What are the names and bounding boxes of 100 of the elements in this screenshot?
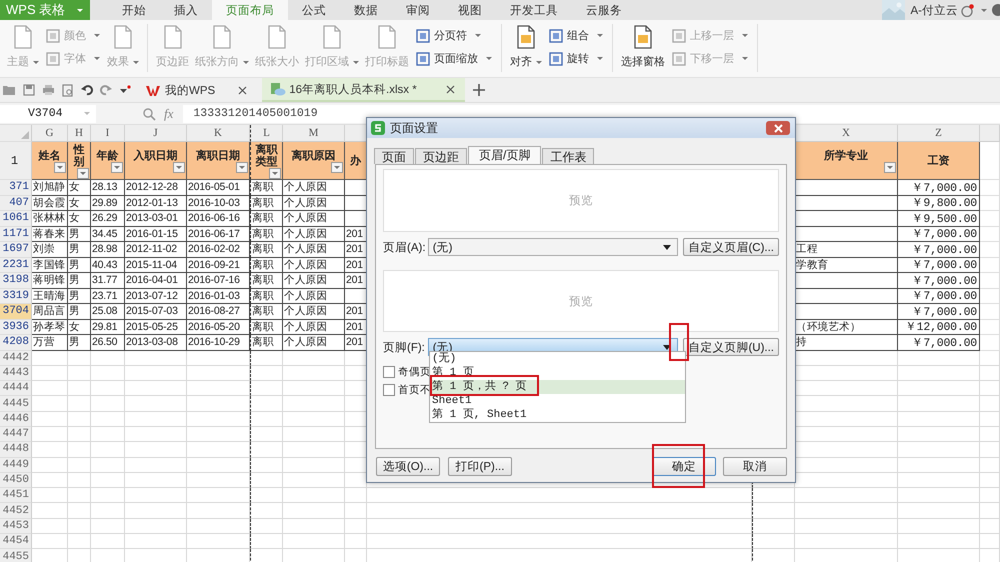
column-header: 姓名 [38, 150, 60, 162]
preview-label: 预览 [569, 194, 593, 208]
name-box[interactable]: V3704 [0, 104, 96, 122]
dialog-tab[interactable]: 页面 [374, 148, 414, 164]
row-number[interactable]: 4208 [0, 335, 32, 350]
table-cell: 2016-06-17 [187, 226, 250, 242]
ribbon-button[interactable]: 选择窗格 [618, 24, 668, 69]
table-cell: 2016-06-16 [187, 211, 250, 226]
table-cell: 离职 [250, 258, 283, 273]
row-number[interactable]: 1 [0, 142, 32, 180]
dialog-tab[interactable]: 页眉/页脚 [468, 146, 542, 164]
document-tab[interactable]: 16年离职人员本科.xlsx * [262, 78, 465, 102]
menu-tab[interactable]: 数据 [340, 0, 392, 20]
table-cell: 29.89 [91, 196, 125, 211]
table-cell: 男 [68, 273, 91, 288]
row-number[interactable]: 4442 [0, 350, 32, 366]
row-number[interactable]: 407 [0, 196, 32, 211]
table-cell: 2015-07-03 [125, 304, 187, 320]
row-number[interactable]: 4448 [0, 442, 32, 458]
table-cell: 2016-01-15 [125, 226, 187, 242]
table-cell: ￥7,000.00 [898, 288, 980, 304]
row-number[interactable]: 1061 [0, 211, 32, 226]
row-number[interactable]: 4451 [0, 488, 32, 504]
row-number[interactable]: 4445 [0, 396, 32, 412]
dropdown-option[interactable]: Sheet1 [430, 394, 685, 408]
table-cell: 男 [68, 288, 91, 304]
dialog-button[interactable]: 取消 [723, 457, 787, 476]
row-number[interactable]: 4449 [0, 458, 32, 473]
field-label: 页眉(A): [383, 240, 427, 254]
row-number[interactable]: 4450 [0, 472, 32, 488]
ribbon-button[interactable]: 页面缩放 [416, 51, 492, 66]
custom-header-button[interactable]: 自定义页眉(C)... [683, 238, 779, 256]
table-cell: 女 [68, 211, 91, 226]
table-cell: 离职 [250, 288, 283, 304]
user-name[interactable]: A-付立云 [910, 2, 958, 18]
column-header: 性别 [72, 144, 86, 168]
table-cell: 26.50 [91, 335, 125, 350]
row-number[interactable]: 3936 [0, 320, 32, 335]
menu-tab[interactable]: 开发工具 [496, 0, 572, 20]
table-cell: 个人原因 [283, 196, 345, 211]
table-cell: ￥7,000.00 [898, 226, 980, 242]
row-number[interactable]: 4443 [0, 366, 32, 382]
dialog-tab[interactable]: 页边距 [415, 148, 467, 164]
table-cell: ￥7,000.00 [898, 180, 980, 196]
table-cell: 个人原因 [283, 242, 345, 258]
row-number[interactable]: 1697 [0, 242, 32, 258]
table-cell: 男 [68, 242, 91, 258]
ribbon-button[interactable]: 组合 [549, 28, 603, 43]
menu-tab[interactable]: 审阅 [392, 0, 444, 20]
row-number[interactable]: 371 [0, 180, 32, 196]
table-cell: 离职 [250, 304, 283, 320]
row-number[interactable]: 4446 [0, 412, 32, 427]
document-tab[interactable]: 我的WPS [138, 79, 256, 101]
table-cell: 23.71 [91, 288, 125, 304]
dropdown-option[interactable]: 第 1 页, Sheet1 [430, 408, 685, 422]
ribbon-button[interactable]: 旋转 [549, 51, 603, 66]
table-cell: 王晴海 [32, 288, 68, 304]
menu-tab[interactable]: 云服务 [572, 0, 636, 20]
table-cell: 女 [68, 320, 91, 335]
ribbon-button[interactable]: 分页符 [416, 28, 492, 43]
dialog-button[interactable]: 确定 [652, 457, 716, 476]
menu-tab[interactable]: 插入 [160, 0, 212, 20]
table-cell: 个人原因 [283, 288, 345, 304]
table-cell: ￥7,000.00 [898, 335, 980, 350]
row-number[interactable]: 1171 [0, 226, 32, 242]
table-cell: ￥9,800.00 [898, 196, 980, 211]
row-number[interactable]: 4455 [0, 549, 32, 562]
menu-tab[interactable]: 开始 [108, 0, 160, 20]
row-number[interactable]: 4444 [0, 381, 32, 396]
ribbon-button[interactable]: 对齐 [507, 24, 545, 69]
table-cell: 男 [68, 226, 91, 242]
table-cell: 40.43 [91, 258, 125, 273]
dropdown-option[interactable]: 第 1 页，共 ? 页 [430, 380, 685, 394]
row-number[interactable]: 3198 [0, 273, 32, 288]
row-number[interactable]: 4454 [0, 534, 32, 550]
dialog-button[interactable]: 选项(O)... [376, 457, 440, 476]
row-number[interactable]: 4453 [0, 518, 32, 534]
custom-footer-button[interactable]: 自定义页脚(U)... [683, 338, 779, 356]
table-cell: ￥7,000.00 [898, 242, 980, 258]
table-cell: 2013-03-01 [125, 211, 187, 226]
dialog-title: 页面设置 [390, 120, 438, 136]
menu-tab[interactable]: 视图 [444, 0, 496, 20]
row-number[interactable]: 2231 [0, 258, 32, 273]
row-number[interactable]: 4447 [0, 426, 32, 442]
column-header: 工资 [928, 155, 950, 167]
menu-tab[interactable]: 公式 [288, 0, 340, 20]
table-cell: 个人原因 [283, 211, 345, 226]
column-header: 办 [350, 155, 361, 167]
table-cell: 34.45 [91, 226, 125, 242]
dialog-tab[interactable]: 工作表 [542, 148, 594, 164]
table-cell: 26.29 [91, 211, 125, 226]
table-cell: 个人原因 [283, 335, 345, 350]
row-number[interactable]: 4452 [0, 503, 32, 519]
preview-label: 预览 [569, 294, 593, 308]
menu-tab[interactable]: 页面布局 [212, 0, 288, 20]
header-select[interactable]: (无) [428, 238, 678, 256]
row-number[interactable]: 3319 [0, 288, 32, 304]
table-cell: 离职 [250, 211, 283, 226]
dialog-button[interactable]: 打印(P)... [448, 457, 512, 476]
row-number[interactable]: 3704 [0, 304, 32, 320]
